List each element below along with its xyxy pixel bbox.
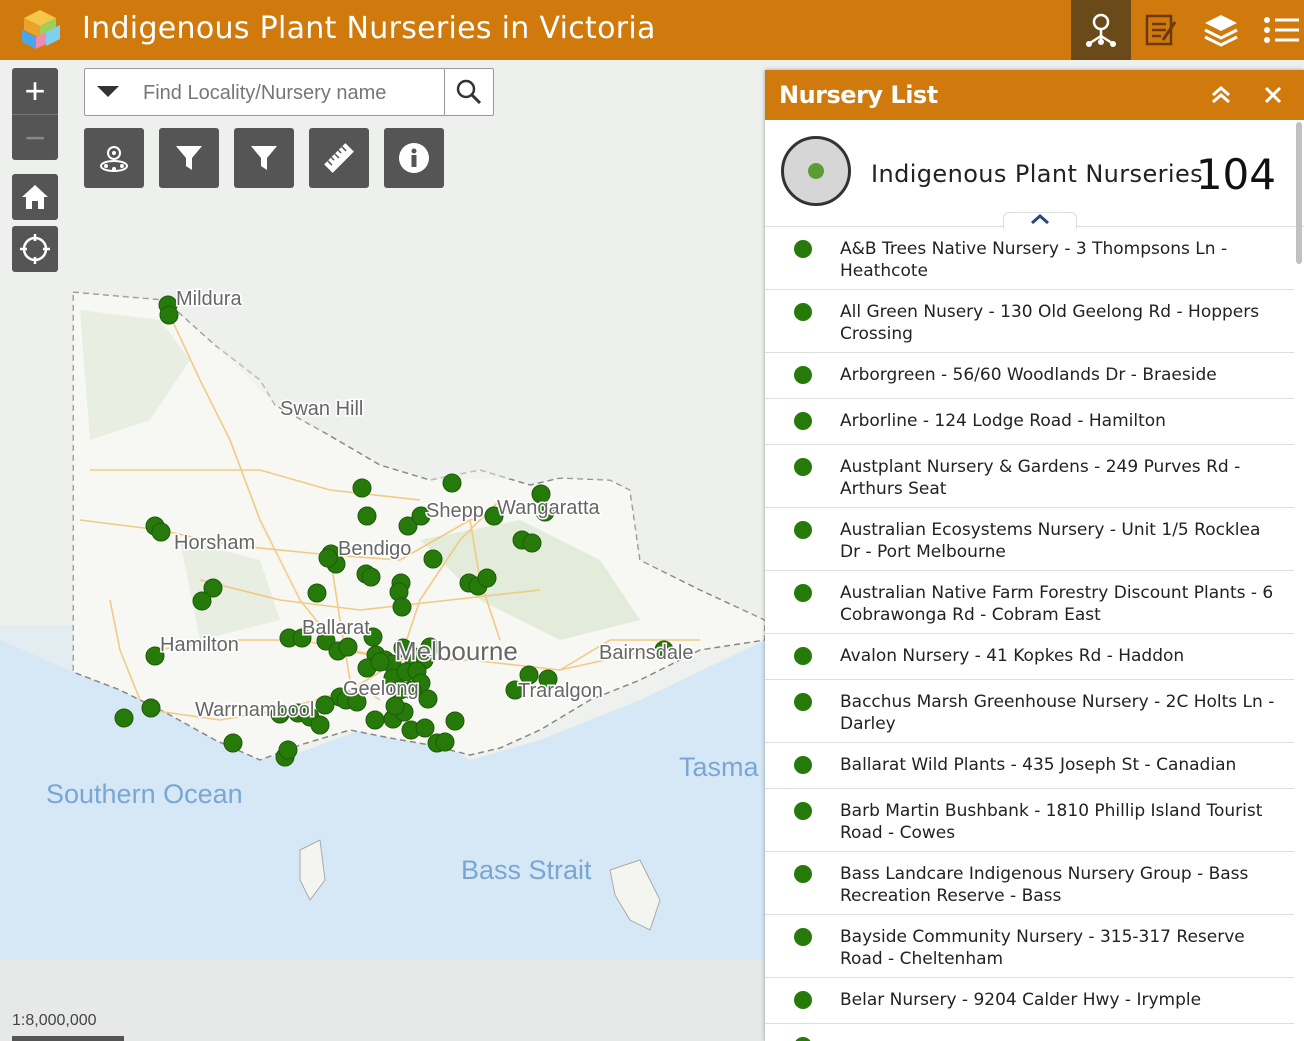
report-icon: [1145, 14, 1177, 46]
layer-symbol-icon: [781, 136, 851, 206]
label-traralgon: Traralgon: [518, 680, 603, 702]
list-item[interactable]: Bayside Community Nursery - 315-317 Rese…: [765, 915, 1294, 978]
label-warrnambool: Warrnambool: [195, 699, 314, 721]
nursery-point-icon: [794, 928, 812, 946]
nursery-list: A&B Trees Native Nursery - 3 Thompsons L…: [765, 227, 1294, 1041]
list-item[interactable]: Australian Native Farm Forestry Discount…: [765, 571, 1294, 634]
list-button[interactable]: [1251, 0, 1304, 60]
scale-bar: [12, 1036, 124, 1041]
nursery-locator-button[interactable]: [1071, 0, 1131, 60]
label-tasman: Tasma: [679, 752, 760, 782]
label-geelong: Geelong: [343, 678, 419, 700]
close-icon: [1264, 86, 1282, 104]
info-icon: [399, 143, 429, 173]
list-item[interactable]: Belar Nursery - 9204 Calder Hwy - Irympl…: [765, 978, 1294, 1024]
list-item[interactable]: Barb Martin Bushbank - 1810 Phillip Isla…: [765, 789, 1294, 852]
panel-close-button[interactable]: [1260, 82, 1286, 108]
panel-title: Nursery List: [779, 81, 938, 109]
nursery-point-icon: [794, 303, 812, 321]
list-item[interactable]: Arborline - 124 Lodge Road - Hamilton: [765, 399, 1294, 445]
label-melbourne: Melbourne: [395, 636, 518, 666]
layer-name: Indigenous Plant Nurseries: [871, 160, 1204, 188]
scale-text: 1:8,000,000: [12, 1012, 97, 1029]
crosshair-icon: [20, 234, 50, 264]
nursery-point-icon: [794, 802, 812, 820]
nearby-tool-button[interactable]: [84, 128, 144, 188]
nursery-point-icon: [794, 521, 812, 539]
list-item[interactable]: Arborgreen - 56/60 Woodlands Dr - Braesi…: [765, 353, 1294, 399]
locate-button[interactable]: [12, 226, 58, 272]
list-item[interactable]: [765, 1024, 1294, 1041]
panel-collapse-button[interactable]: [1208, 82, 1234, 108]
nursery-point-icon: [794, 647, 812, 665]
label-southern-ocean: Southern Ocean: [46, 779, 243, 809]
nursery-locator-icon: [1086, 13, 1116, 47]
double-chevron-up-icon: [1212, 86, 1230, 104]
list-icon: [1264, 17, 1299, 43]
label-hamilton: Hamilton: [160, 634, 239, 656]
label-wangaratta: Wangaratta: [497, 497, 601, 519]
label-bass-strait: Bass Strait: [461, 855, 592, 885]
filter-icon: [251, 146, 277, 170]
nursery-point-icon: [794, 693, 812, 711]
label-swan-hill: Swan Hill: [280, 398, 363, 420]
label-bairnsdale: Bairnsdale: [599, 642, 694, 664]
list-item[interactable]: Bacchus Marsh Greenhouse Nursery - 2C Ho…: [765, 680, 1294, 743]
caret-down-icon: [97, 86, 119, 97]
app-logo-icon: [22, 10, 60, 49]
nursery-point-icon: [794, 458, 812, 476]
list-item[interactable]: Australian Ecosystems Nursery - Unit 1/5…: [765, 508, 1294, 571]
list-item[interactable]: All Green Nusery - 130 Old Geelong Rd - …: [765, 290, 1294, 353]
zoom-out-button[interactable]: −: [12, 114, 58, 161]
nursery-point-icon: [794, 412, 812, 430]
home-button[interactable]: [12, 174, 58, 220]
nursery-locator-icon: [100, 146, 128, 172]
zoom-control: + −: [12, 68, 58, 160]
measure-icon: [324, 143, 354, 173]
nursery-point-icon: [794, 991, 812, 1009]
search-source-dropdown[interactable]: [85, 69, 131, 115]
layer-count: 104: [1195, 150, 1276, 199]
measure-tool-button[interactable]: [309, 128, 369, 188]
nursery-point-icon: [794, 240, 812, 258]
label-mildura: Mildura: [176, 288, 242, 310]
filter-tool-button-2[interactable]: [234, 128, 294, 188]
list-item[interactable]: Avalon Nursery - 41 Kopkes Rd - Haddon: [765, 634, 1294, 680]
panel-header: Nursery List: [765, 70, 1304, 120]
panel-scrollbar[interactable]: [1296, 122, 1302, 264]
home-icon: [22, 185, 48, 209]
nursery-list-panel: Nursery List Indigenous Plant Nurseries …: [765, 70, 1304, 1041]
label-ballarat: Ballarat: [302, 617, 370, 639]
filter-icon: [176, 146, 202, 170]
search-input[interactable]: [141, 77, 445, 109]
list-item[interactable]: Austplant Nursery & Gardens - 249 Purves…: [765, 445, 1294, 508]
search-bar: [84, 68, 494, 116]
list-item[interactable]: Bass Landcare Indigenous Nursery Group -…: [765, 852, 1294, 915]
nursery-point-icon: [794, 1037, 812, 1041]
app-title: Indigenous Plant Nurseries in Victoria: [82, 11, 656, 46]
list-item[interactable]: Ballarat Wild Plants - 435 Joseph St - C…: [765, 743, 1294, 789]
label-shepparton: Shepp: [426, 500, 484, 522]
search-button[interactable]: [444, 69, 493, 115]
list-item[interactable]: A&B Trees Native Nursery - 3 Thompsons L…: [765, 227, 1294, 290]
nursery-point-icon: [794, 366, 812, 384]
nursery-point-icon: [794, 584, 812, 602]
layers-icon: [1204, 15, 1238, 47]
chevron-up-icon: [1031, 214, 1049, 225]
search-icon: [456, 79, 482, 105]
report-button[interactable]: [1131, 0, 1191, 60]
info-tool-button[interactable]: [384, 128, 444, 188]
app-header: Indigenous Plant Nurseries in Victoria: [0, 0, 1304, 60]
label-horsham: Horsham: [174, 532, 255, 554]
layers-button[interactable]: [1191, 0, 1251, 60]
nursery-point-icon: [794, 865, 812, 883]
nursery-point-icon: [794, 756, 812, 774]
label-bendigo: Bendigo: [338, 538, 411, 560]
zoom-in-button[interactable]: +: [12, 68, 58, 114]
filter-tool-button[interactable]: [159, 128, 219, 188]
layer-summary[interactable]: Indigenous Plant Nurseries 104: [765, 120, 1304, 229]
